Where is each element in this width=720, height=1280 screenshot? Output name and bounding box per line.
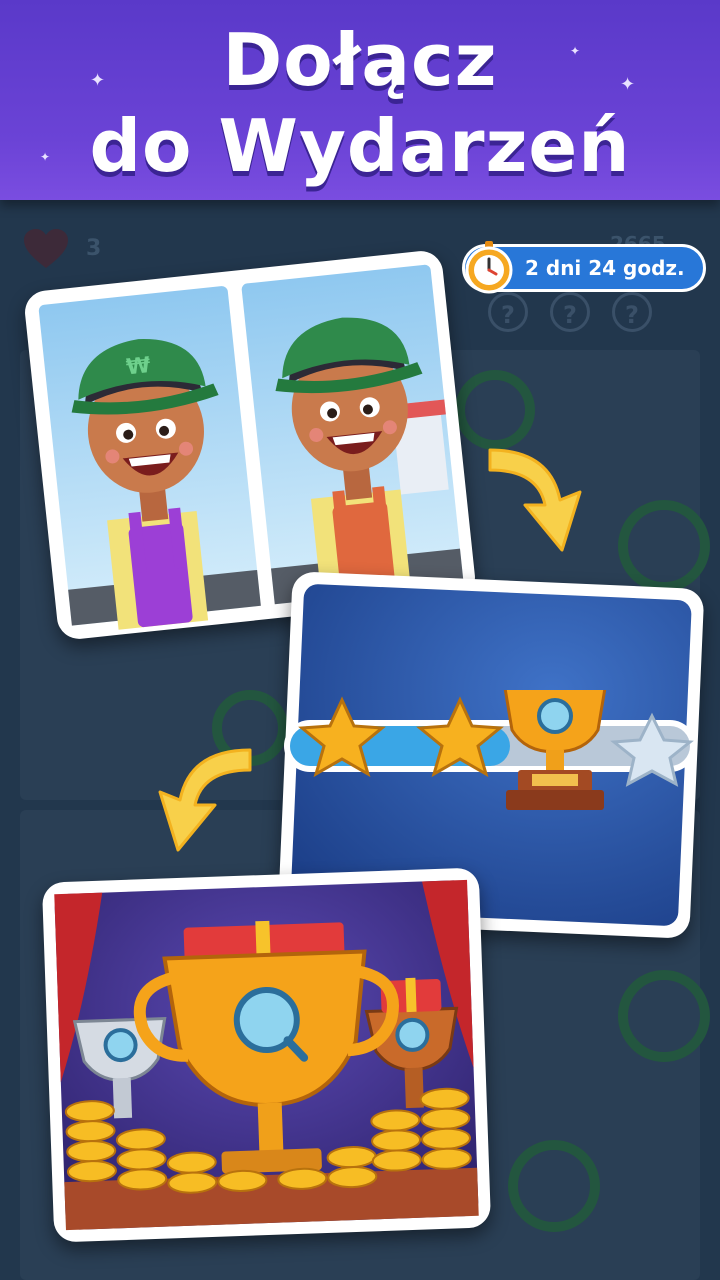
stopwatch-icon — [465, 241, 513, 294]
promo-header: ✦ ✦ ✦ ✦ Dołącz do Wydarzeń — [0, 0, 720, 200]
background-circle-marker — [618, 970, 710, 1062]
hint-slot: ? — [612, 292, 652, 332]
arrow-down-left-icon — [158, 748, 252, 852]
event-timer-badge: 2 dni 24 godz. — [462, 241, 706, 294]
background-circle-marker — [618, 500, 710, 592]
svg-text:₩: ₩ — [125, 353, 152, 380]
left-picture: ₩ — [38, 286, 261, 630]
right-picture — [241, 264, 464, 609]
hint-slot: ? — [550, 292, 590, 332]
arrow-down-right-icon — [488, 448, 582, 552]
rewards-illustration — [54, 879, 479, 1231]
heart-icon — [24, 229, 68, 268]
background-circle-marker — [508, 1140, 600, 1232]
timer-label: 2 dni 24 godz. — [525, 256, 685, 280]
lives-count: 3 — [86, 236, 102, 261]
hint-slot: ? — [488, 292, 528, 332]
progress-bar — [284, 690, 696, 810]
header-title-line1: Dołącz — [222, 18, 498, 102]
rewards-card — [41, 867, 492, 1243]
header-title-line2: do Wydarzeń — [89, 104, 631, 188]
